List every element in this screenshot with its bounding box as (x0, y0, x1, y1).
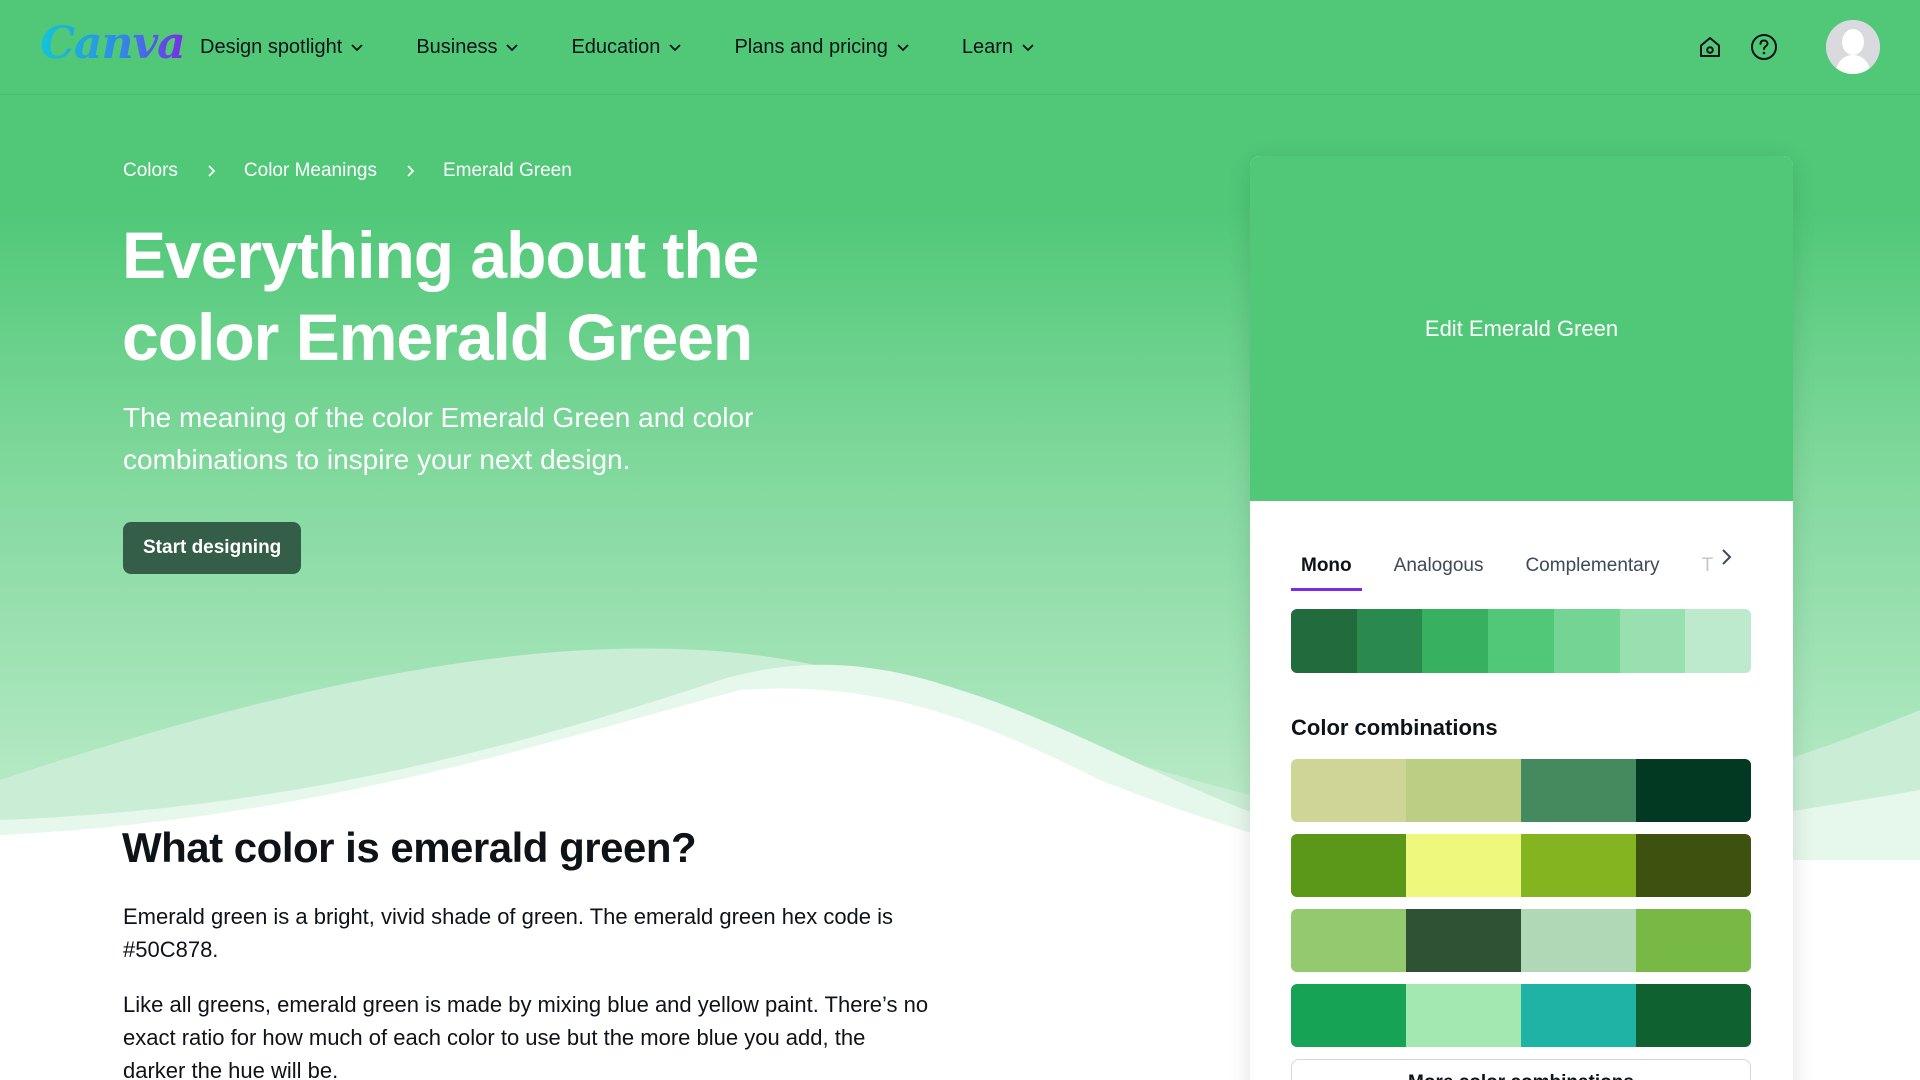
combination-swatch (1406, 909, 1521, 972)
page: Canva Design spotlight Business Educatio… (0, 0, 1920, 1080)
article-paragraph: Like all greens, emerald green is made b… (123, 992, 929, 1080)
mono-swatch[interactable] (1356, 609, 1423, 673)
home-button[interactable] (1694, 31, 1726, 63)
nav-learn[interactable]: Learn (962, 27, 1035, 67)
mono-palette-strip (1291, 609, 1751, 673)
nav-label: Plans and pricing (734, 35, 888, 58)
canva-logo[interactable]: Canva (40, 18, 186, 69)
more-combinations-button[interactable]: More color combinations (1291, 1059, 1751, 1080)
home-icon (1700, 37, 1720, 57)
chevron-right-icon[interactable] (1715, 546, 1737, 568)
color-card: Edit Emerald Green Mono Analogous Comple… (1250, 156, 1793, 1080)
combination-swatch (1291, 759, 1406, 822)
combination-swatch (1636, 759, 1751, 822)
chevron-down-icon (506, 44, 519, 52)
mono-swatch[interactable] (1422, 609, 1489, 673)
article-paragraph: Emerald green is a bright, vivid shade o… (123, 904, 894, 962)
page-subtitle: The meaning of the color Emerald Green a… (123, 402, 754, 475)
nav-label: Design spotlight (200, 35, 343, 58)
combination-swatch (1291, 834, 1406, 897)
page-title: Everything about the color Emerald Green (122, 218, 759, 374)
mono-swatch[interactable] (1553, 609, 1620, 673)
chevron-down-icon (897, 44, 909, 52)
mono-swatch[interactable] (1685, 609, 1751, 673)
nav-design-spotlight[interactable]: Design spotlight (200, 27, 364, 67)
mono-swatch[interactable] (1488, 609, 1554, 673)
nav-label: Business (416, 35, 498, 58)
breadcrumb-color-meanings[interactable]: Color Meanings (244, 160, 377, 182)
combination-swatch (1406, 759, 1521, 822)
combinations-list (1250, 759, 1793, 1047)
top-navigation-bar: Canva Design spotlight Business Educatio… (0, 0, 1920, 94)
user-silhouette-icon (1826, 20, 1880, 74)
edit-color-preview[interactable]: Edit Emerald Green (1250, 156, 1793, 501)
mono-swatch[interactable] (1619, 609, 1686, 673)
nav-business[interactable]: Business (416, 27, 519, 67)
palette-tabs: Mono Analogous Complementary T (1250, 501, 1793, 591)
combination-swatch (1291, 984, 1406, 1047)
combination-swatch (1406, 984, 1521, 1047)
chevron-right-icon (403, 164, 417, 178)
combination-swatch (1636, 984, 1751, 1047)
chevron-down-icon (1022, 44, 1034, 52)
tab-complementary[interactable]: Complementary (1515, 543, 1669, 591)
combination-swatch (1291, 909, 1406, 972)
combination-swatch (1636, 834, 1751, 897)
combination-row[interactable] (1291, 759, 1751, 822)
main-nav: Design spotlight Business Education Plan… (200, 0, 1087, 94)
tab-analogous[interactable]: Analogous (1384, 543, 1494, 591)
mono-swatch[interactable] (1291, 609, 1357, 673)
edit-color-label: Edit Emerald Green (1424, 315, 1619, 341)
start-designing-button[interactable]: Start designing (123, 522, 302, 574)
chevron-down-icon (669, 44, 682, 52)
combination-swatch (1521, 759, 1636, 822)
combination-swatch (1406, 834, 1521, 897)
combination-swatch (1636, 909, 1751, 972)
header-actions (1694, 0, 1880, 94)
breadcrumb-colors[interactable]: Colors (123, 160, 178, 182)
chevron-right-icon (204, 164, 218, 178)
chevron-down-icon (351, 44, 363, 52)
nav-label: Learn (961, 35, 1014, 58)
combination-row[interactable] (1291, 834, 1751, 897)
nav-plans-and-pricing[interactable]: Plans and pricing (734, 27, 909, 67)
combination-swatch (1521, 834, 1636, 897)
tab-mono[interactable]: Mono (1291, 543, 1362, 591)
combination-swatch (1521, 984, 1636, 1047)
nav-education[interactable]: Education (571, 27, 682, 67)
combination-swatch (1521, 909, 1636, 972)
user-avatar[interactable] (1826, 20, 1880, 74)
help-button[interactable] (1748, 31, 1780, 63)
combinations-heading: Color combinations (1291, 715, 1498, 740)
breadcrumb-emerald-green[interactable]: Emerald Green (443, 160, 572, 182)
article-heading: What color is emerald green? (122, 824, 697, 871)
nav-label: Education (571, 35, 661, 58)
combination-row[interactable] (1291, 909, 1751, 972)
tab-next-partial[interactable]: T (1692, 543, 1714, 591)
breadcrumb: Colors Color Meanings Emerald Green (123, 160, 572, 182)
combination-row[interactable] (1291, 984, 1751, 1047)
help-icon (1751, 34, 1777, 60)
